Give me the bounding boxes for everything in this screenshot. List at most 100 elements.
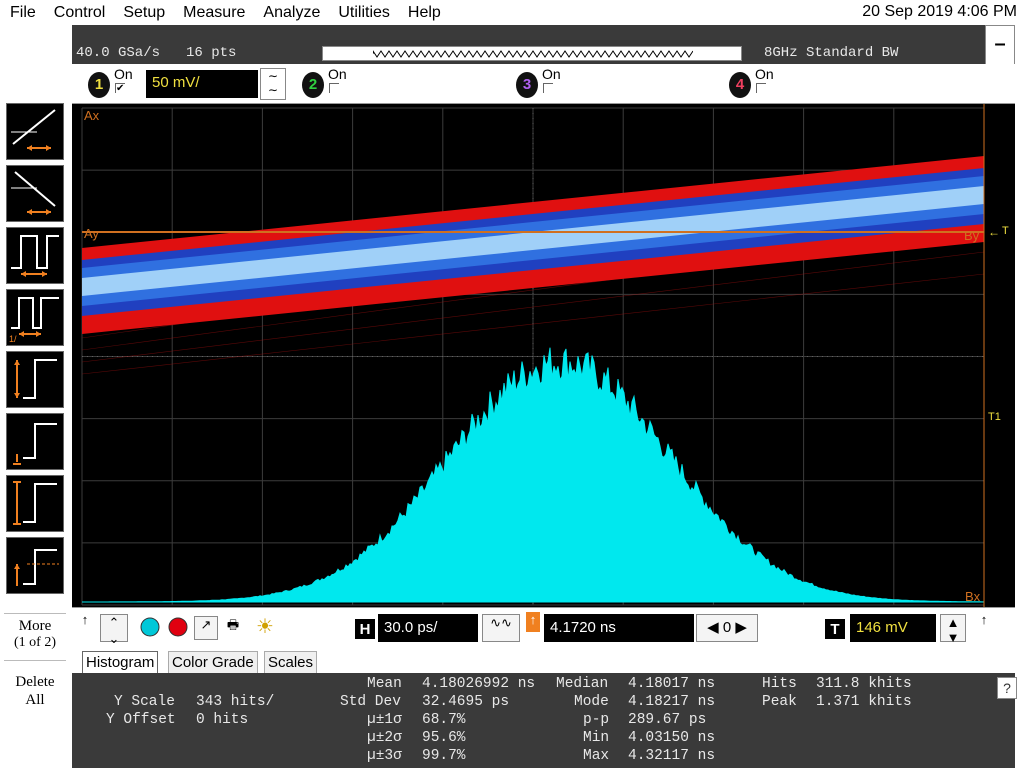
channel-2-badge[interactable]: 2 <box>302 72 324 98</box>
delay-stepper[interactable]: ◀ 0 ▶ <box>696 614 758 642</box>
sigma1-value: 68.7% <box>422 712 466 728</box>
channel-1-coupling-button[interactable]: ∼ ∼ <box>260 68 286 100</box>
delete-label: Delete <box>15 674 55 690</box>
channel-3-badge[interactable]: 3 <box>516 72 538 98</box>
tab-color-grade[interactable]: Color Grade <box>168 651 258 673</box>
waveform-display[interactable]: Ax Ay By Bx ← T T1 <box>72 104 1015 607</box>
cyan-dot-icon[interactable] <box>138 616 162 640</box>
channel-1-on-checkbox[interactable]: ✔ <box>115 83 125 94</box>
channel-3-on-label: On <box>542 66 561 82</box>
marker-ay: Ay <box>84 226 99 241</box>
falling-edge-trigger-button[interactable] <box>6 165 64 222</box>
more-button[interactable]: More (1 of 2) <box>4 613 66 661</box>
results-tabs: Histogram Color Grade Scales <box>72 649 1015 673</box>
peak-to-peak-icon <box>13 481 57 525</box>
histogram-results: Y Scale 343 hits/ Y Offset 0 hits Mean 4… <box>72 673 1015 768</box>
histogram-plot <box>82 347 985 603</box>
trigger-position-marker[interactable]: ↑ <box>526 612 540 632</box>
marker-by: By <box>964 228 980 243</box>
channel-4-on-checkbox[interactable] <box>756 83 766 93</box>
pp-label: p-p <box>583 712 610 728</box>
period-button[interactable]: 1/ <box>6 289 64 346</box>
trigger-marker-label: T <box>1002 225 1009 237</box>
delete-all-label: All <box>25 692 45 708</box>
autoscale-sun-icon[interactable]: ☀ <box>252 614 278 642</box>
delete-all-button[interactable]: Delete All <box>4 673 66 717</box>
pulse-width-button[interactable] <box>6 227 64 284</box>
median-label: Median <box>556 676 609 692</box>
histogram-fill <box>82 347 985 603</box>
help-button[interactable]: ? <box>997 677 1017 699</box>
right-edge-strip <box>1015 25 1023 768</box>
sample-rate: 40.0 GSa/s <box>76 45 161 61</box>
zoom-stepper[interactable]: ⌃ ⌄ <box>100 614 128 646</box>
minimize-button[interactable]: – <box>985 25 1015 65</box>
sigma3-value: 99.7% <box>422 748 466 764</box>
y-offset-value[interactable]: 0 hits <box>196 712 248 728</box>
peak-value: 1.371 khits <box>816 694 912 710</box>
overshoot-button[interactable] <box>6 537 64 594</box>
control-bar: ↑ ⌃ ⌄ ↗ 🖶 ☀ H 30.0 ps/ ∿∿ ↑ 4.1720 ns ◀ 0… <box>72 607 1015 649</box>
marker-bx: Bx <box>965 589 981 604</box>
y-arrow-icon[interactable]: ↑ <box>76 612 94 642</box>
menu-setup[interactable]: Setup <box>114 4 174 22</box>
more-page-label: (1 of 2) <box>14 635 56 650</box>
record-points: 16 pts <box>186 45 237 61</box>
menu-control[interactable]: Control <box>45 4 115 22</box>
min-label: Min <box>583 730 610 746</box>
std-dev-label: Std Dev <box>340 694 401 710</box>
top-level-button[interactable] <box>6 413 64 470</box>
clock: 20 Sep 2019 4:06 PM <box>862 3 1017 20</box>
rising-edge-trigger-button[interactable] <box>6 103 64 160</box>
channel-2-on-checkbox[interactable] <box>329 83 339 93</box>
sigma2-label: µ±2σ <box>367 730 402 746</box>
channel-3-on-checkbox[interactable] <box>543 83 553 93</box>
trigger-level[interactable]: 146 mV <box>850 614 936 642</box>
horizontal-mode-button[interactable]: ∿∿ <box>482 614 520 642</box>
ground-marker: T1 <box>988 411 1001 423</box>
rising-edge-icon <box>11 109 56 151</box>
trigger-level-stepper[interactable]: ▲ ▼ <box>940 614 966 645</box>
tab-histogram[interactable]: Histogram <box>82 651 159 673</box>
overshoot-icon <box>14 549 59 586</box>
delay-center-value: 0 <box>722 619 732 636</box>
menu-bar: File Control Setup Measure Analyze Utili… <box>0 0 1023 25</box>
record-icon[interactable] <box>166 616 190 640</box>
peak-to-peak-button[interactable] <box>6 475 64 532</box>
y-scale-value[interactable]: 343 hits/ <box>196 694 274 710</box>
channel-1-on-label: On <box>114 66 133 82</box>
falling-edge-icon <box>11 171 56 215</box>
menu-help[interactable]: Help <box>399 4 450 22</box>
max-value: 4.32117 ns <box>628 748 716 764</box>
menu-analyze[interactable]: Analyze <box>254 4 329 22</box>
graticule: Ax Ay By Bx ← T T1 <box>81 104 1009 607</box>
mean-value: 4.18026992 ns <box>422 676 536 692</box>
acquisition-status-bar: 40.0 GSa/s 16 pts 8GHz Standard BW <box>72 42 1015 64</box>
y-offset-label: Y Offset <box>106 712 176 728</box>
menu-file[interactable]: File <box>0 4 45 22</box>
horizontal-label: H <box>354 618 376 640</box>
max-label: Max <box>583 748 610 764</box>
channel-1-scale[interactable]: 50 mV/ <box>146 70 258 98</box>
mean-label: Mean <box>367 676 402 692</box>
min-value: 4.03150 ns <box>628 730 716 746</box>
horizontal-position[interactable]: 4.1720 ns <box>544 614 694 642</box>
channel-2-on-label: On <box>328 66 347 82</box>
menu-utilities[interactable]: Utilities <box>329 4 399 22</box>
channel-4-badge[interactable]: 4 <box>729 72 751 98</box>
print-icon[interactable]: 🖶 <box>220 616 246 640</box>
sigma2-value: 95.6% <box>422 730 466 746</box>
trigger-level-marker: ← <box>988 225 1000 239</box>
memory-bar[interactable] <box>322 46 742 61</box>
trigger-arrow-icon[interactable]: ↑ <box>976 612 992 636</box>
channel-1-badge[interactable]: 1 <box>88 72 110 98</box>
single-acquire-icon[interactable]: ↗ <box>194 616 218 640</box>
amplitude-button[interactable] <box>6 351 64 408</box>
marker-ax: Ax <box>84 108 100 123</box>
trigger-label: T <box>824 618 846 640</box>
menu-measure[interactable]: Measure <box>174 4 254 22</box>
sigma3-label: µ±3σ <box>367 748 402 764</box>
horizontal-scale[interactable]: 30.0 ps/ <box>378 614 478 642</box>
hits-label: Hits <box>762 676 797 692</box>
tab-scales[interactable]: Scales <box>264 651 318 673</box>
